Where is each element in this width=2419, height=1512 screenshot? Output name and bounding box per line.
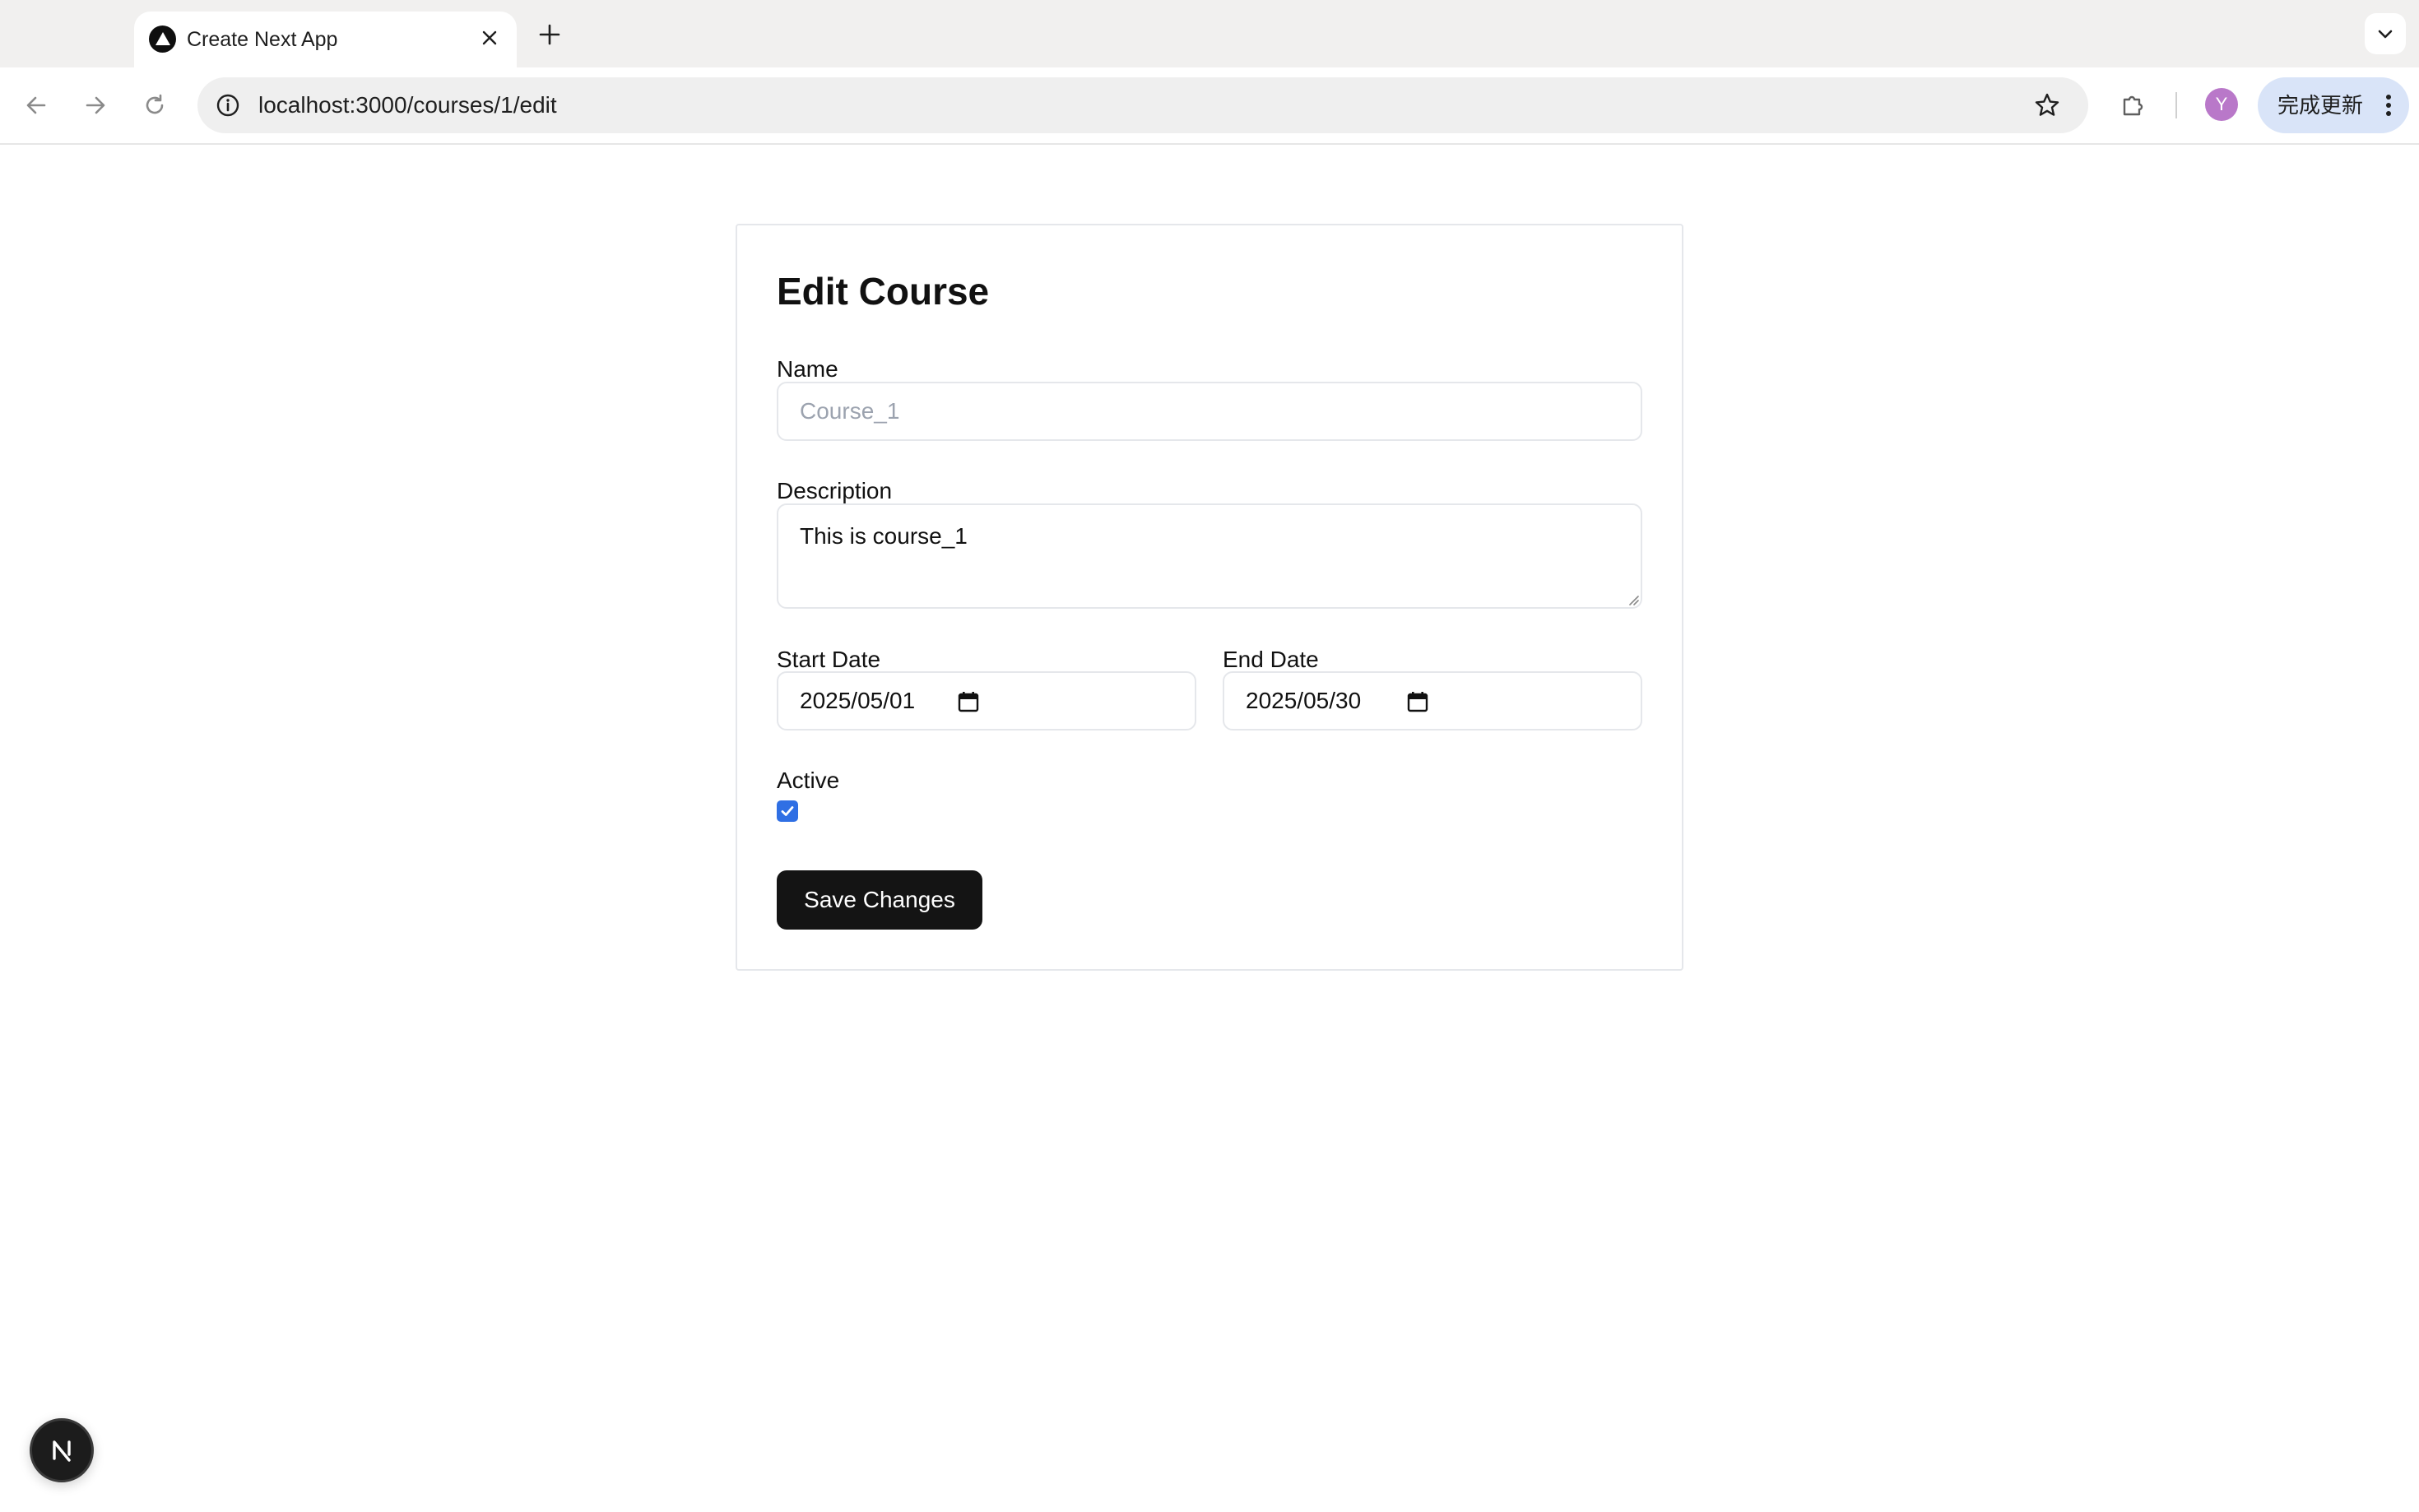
info-icon[interactable] (214, 91, 242, 119)
nextjs-logo-icon (53, 1440, 71, 1462)
arrow-left-icon (26, 96, 46, 114)
update-button[interactable]: 完成更新 (2258, 77, 2409, 133)
start-date-input[interactable]: 2025/05/01 (777, 671, 1196, 730)
checkmark-icon (781, 806, 794, 816)
browser-tab[interactable]: Create Next App (134, 12, 517, 67)
start-date-value: 2025/05/01 (800, 688, 916, 713)
description-textarea[interactable]: This is course_1 (777, 503, 1642, 609)
nextjs-triangle-icon (149, 26, 176, 53)
save-changes-button[interactable]: Save Changes (777, 870, 982, 930)
chevron-down-icon (2378, 30, 2393, 39)
browser-toolbar: localhost:3000/courses/1/edit Y 完成更新 (0, 67, 2419, 145)
reload-icon (146, 94, 164, 114)
url-text[interactable]: localhost:3000/courses/1/edit (258, 90, 557, 120)
resize-grip-icon[interactable] (1627, 594, 1639, 605)
start-date-label: Start Date (777, 647, 881, 672)
new-tab-button[interactable] (532, 16, 568, 53)
star-icon[interactable] (2031, 89, 2064, 122)
description-label: Description (777, 478, 893, 503)
arrow-right-icon (86, 96, 105, 114)
profile-avatar[interactable]: Y (2205, 88, 2238, 121)
forward-button[interactable] (76, 86, 115, 125)
tab-search-button[interactable] (2365, 13, 2406, 54)
tab-title: Create Next App (187, 28, 338, 51)
end-date-input[interactable]: 2025/05/30 (1223, 671, 1642, 730)
calendar-icon[interactable] (956, 689, 981, 714)
address-bar[interactable]: localhost:3000/courses/1/edit (197, 77, 2088, 133)
puzzle-icon (2123, 95, 2143, 116)
reload-button[interactable] (135, 86, 174, 125)
edit-course-card: Edit Course Name Description This is cou… (736, 224, 1683, 971)
nextjs-dev-indicator[interactable] (30, 1418, 94, 1482)
back-button[interactable] (16, 86, 56, 125)
name-label: Name (777, 356, 838, 382)
name-input[interactable] (777, 382, 1642, 441)
toolbar-divider (2175, 92, 2177, 118)
close-icon[interactable] (473, 21, 506, 54)
page-title: Edit Course (777, 270, 990, 313)
active-label: Active (777, 768, 840, 793)
kebab-menu-icon[interactable] (2376, 89, 2401, 122)
end-date-label: End Date (1223, 647, 1319, 672)
active-checkbox[interactable] (777, 800, 798, 822)
tab-strip: Create Next App (0, 0, 2419, 67)
plus-icon (539, 24, 560, 45)
extensions-button[interactable] (2113, 86, 2152, 125)
calendar-icon[interactable] (1405, 689, 1430, 714)
update-label: 完成更新 (2277, 93, 2364, 118)
end-date-value: 2025/05/30 (1246, 688, 1362, 713)
